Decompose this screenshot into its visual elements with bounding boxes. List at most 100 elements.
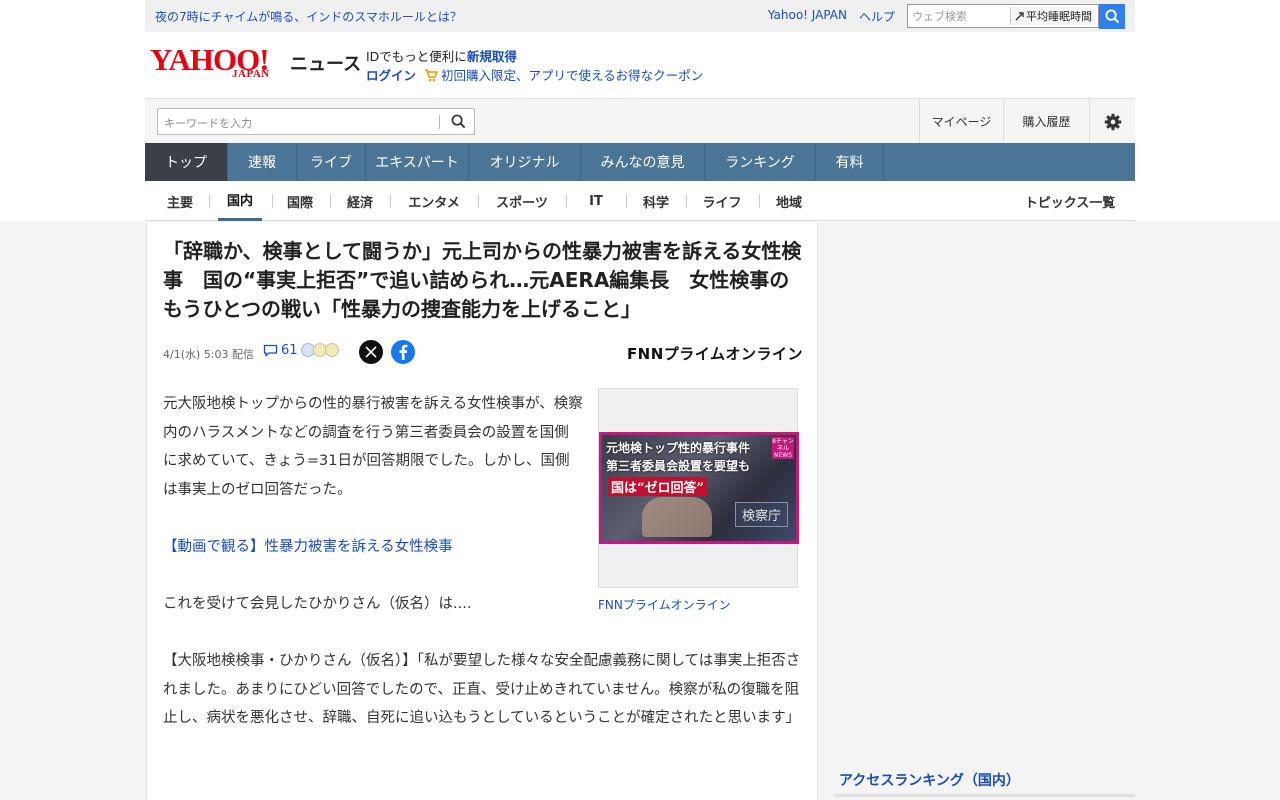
mypage-label: マイページ <box>931 115 992 129</box>
image-source-link[interactable]: FNNプライムオンライン <box>598 596 731 613</box>
category-divider <box>478 194 479 208</box>
x-logo-icon <box>365 346 377 358</box>
search-divider <box>439 115 440 129</box>
settings-button[interactable] <box>1089 99 1135 144</box>
category-divider <box>566 194 567 208</box>
help-link[interactable]: ヘルプ <box>859 8 895 25</box>
article-paragraph: 【大阪地検検事・ひかりさん（仮名）】「私が要望した様々な安全配慮義務に関しては事… <box>163 653 801 726</box>
image-caption-line-2: 第三者委員会設置を要望も <box>606 459 751 473</box>
category-divider <box>390 194 391 208</box>
channel-badge: 8チャンネル NEWS <box>772 437 794 459</box>
page: 夜の7時にチャイムが鳴る、インドのスマホルールとは？ Yahoo! JAPAN … <box>0 0 1280 800</box>
article-paragraph: これを受けて会見したひかりさん（仮名）は.... <box>163 595 472 612</box>
category-divider <box>209 194 210 208</box>
tab-original[interactable]: オリジナル <box>469 143 581 181</box>
tab-live[interactable]: ライブ <box>297 143 366 181</box>
comment-count: 61 <box>281 343 298 358</box>
paragraph-spacer <box>163 561 583 590</box>
web-search-input[interactable]: ウェブ検索 平均睡眠時間 <box>907 4 1099 28</box>
top-strip: 夜の7時にチャイムが鳴る、インドのスマホルールとは？ Yahoo! JAPAN … <box>145 0 1135 32</box>
mypage-button[interactable]: マイページ <box>919 99 1003 144</box>
facebook-share-button[interactable] <box>391 340 415 364</box>
article-title: 「辞職か、検事として闘うか」元上司からの性暴力被害を訴える女性検事 国の“事実上… <box>163 239 802 321</box>
tab-breaking[interactable]: 速報 <box>228 143 297 181</box>
search-row: キーワードを入力 マイページ 購入履歴 <box>145 98 1135 144</box>
article: 「辞職か、検事として闘うか」元上司からの性暴力被害を訴える女性検事 国の“事実上… <box>146 222 818 800</box>
coupon-text: 初回購入限定、アプリで使えるお得なクーポン <box>441 68 704 83</box>
logo-japan-text: JAPAN <box>232 68 270 80</box>
article-body-top: 元大阪地検トップからの性的暴行被害を訴える女性検事が、検察内のハラスメントなどの… <box>163 390 583 618</box>
keyword-placeholder: キーワードを入力 <box>164 117 252 130</box>
reaction-face-icon <box>325 343 339 357</box>
video-link[interactable]: 【動画で観る】性暴力被害を訴える女性検事 <box>163 533 583 562</box>
purchase-history-button[interactable]: 購入履歴 <box>1003 99 1089 144</box>
category-science[interactable]: 科学 <box>637 181 675 221</box>
image-caption-line-3: 国は“ゼロ回答” <box>608 477 707 496</box>
category-economy[interactable]: 経済 <box>341 181 379 221</box>
top-links: Yahoo! JAPAN ヘルプ <box>768 8 895 25</box>
promo-row-2: ログイン 初回購入限定、アプリで使えるお得なクーポン <box>366 66 703 85</box>
article-image-container[interactable]: 元地検トップ性的暴行事件 第三者委員会設置を要望も 国は“ゼロ回答” 検察庁 8… <box>598 388 799 588</box>
promo-block: IDでもっと便利に新規取得 ログイン 初回購入限定、アプリで使えるお得なクーポン <box>366 47 703 85</box>
sidebar-divider <box>835 794 1135 797</box>
yahoo-japan-link[interactable]: Yahoo! JAPAN <box>768 8 847 25</box>
category-it[interactable]: IT <box>577 181 615 221</box>
category-divider <box>330 194 331 208</box>
yahoo-japan-logo[interactable]: YAHOO! JAPAN <box>150 42 286 82</box>
category-local[interactable]: 地域 <box>769 181 809 221</box>
promo-prefix: IDでもっと便利に <box>366 49 467 64</box>
category-domestic[interactable]: 国内 <box>218 181 262 221</box>
login-link[interactable]: ログイン <box>366 66 416 85</box>
gear-icon <box>1104 113 1121 130</box>
article-image-frame: 元地検トップ性的暴行事件 第三者委員会設置を要望も 国は“ゼロ回答” 検察庁 8… <box>602 435 796 541</box>
image-hands-shape <box>642 497 712 537</box>
article-body-bottom: 【大阪地検検事・ひかりさん（仮名）】「私が要望した様々な安全配慮義務に関しては事… <box>163 647 808 733</box>
cart-icon <box>425 69 439 82</box>
access-ranking-title[interactable]: アクセスランキング（国内） <box>839 770 1020 790</box>
source-logo[interactable]: FNNプライムオンライン <box>627 343 803 364</box>
main-nav: トップ 速報 ライブ エキスパート オリジナル みんなの意見 ランキング 有料 <box>145 143 1135 181</box>
category-life[interactable]: ライフ <box>697 181 747 221</box>
article-meta: 4/1(水) 5:03 配信 61 FNNプライムオンライン <box>163 340 803 364</box>
search-icon <box>451 114 466 129</box>
category-divider <box>759 194 760 208</box>
x-share-button[interactable] <box>359 340 383 364</box>
tab-paid[interactable]: 有料 <box>816 143 884 181</box>
paragraph-spacer <box>163 504 583 533</box>
keyword-search-input[interactable]: キーワードを入力 <box>157 108 475 135</box>
article-image[interactable]: 元地検トップ性的暴行事件 第三者委員会設置を要望も 国は“ゼロ回答” 検察庁 8… <box>599 432 799 544</box>
article-paragraph: 元大阪地検トップからの性的暴行被害を訴える女性検事が、検察内のハラスメントなどの… <box>163 396 583 498</box>
category-nav: 主要 国内 国際 経済 エンタメ スポーツ IT 科学 ライフ 地域 トピックス… <box>145 181 1135 221</box>
coupon-link[interactable]: 初回購入限定、アプリで使えるお得なクーポン <box>424 66 703 85</box>
facebook-logo-icon <box>399 344 408 360</box>
trend-arrow-icon <box>1015 12 1024 21</box>
comments-link[interactable]: 61 <box>263 343 298 358</box>
category-divider <box>272 194 273 208</box>
promo-row-1: IDでもっと便利に新規取得 <box>366 47 703 66</box>
comment-icon <box>263 344 278 357</box>
register-link[interactable]: 新規取得 <box>467 49 517 64</box>
web-search-button[interactable] <box>1099 4 1125 29</box>
category-main[interactable]: 主要 <box>161 181 199 221</box>
web-search-placeholder: ウェブ検索 <box>912 10 967 23</box>
tab-top[interactable]: トップ <box>145 143 228 181</box>
keyword-search-button[interactable] <box>451 114 466 133</box>
site-header: YAHOO! JAPAN ニュース IDでもっと便利に新規取得 ログイン 初回購… <box>145 32 1135 98</box>
tab-expert[interactable]: エキスパート <box>366 143 469 181</box>
category-entertainment[interactable]: エンタメ <box>401 181 467 221</box>
reaction-faces[interactable] <box>301 343 339 357</box>
topics-list-link[interactable]: トピックス一覧 <box>1015 181 1125 221</box>
category-sports[interactable]: スポーツ <box>489 181 555 221</box>
tab-opinions[interactable]: みんなの意見 <box>581 143 705 181</box>
tab-ranking[interactable]: ランキング <box>705 143 816 181</box>
trend-word-label: 平均睡眠時間 <box>1026 10 1092 23</box>
trend-word-button[interactable]: 平均睡眠時間 <box>1010 7 1096 25</box>
image-sign-text: 検察庁 <box>734 502 788 527</box>
search-icon <box>1104 9 1119 24</box>
category-international[interactable]: 国際 <box>281 181 319 221</box>
publish-date: 4/1(水) 5:03 配信 <box>163 348 254 361</box>
top-headline-link[interactable]: 夜の7時にチャイムが鳴る、インドのスマホルールとは？ <box>155 8 462 25</box>
image-caption-line-1: 元地検トップ性的暴行事件 <box>606 441 751 455</box>
logo-news-text[interactable]: ニュース <box>290 50 361 76</box>
purchase-history-label: 購入履歴 <box>1022 115 1071 129</box>
